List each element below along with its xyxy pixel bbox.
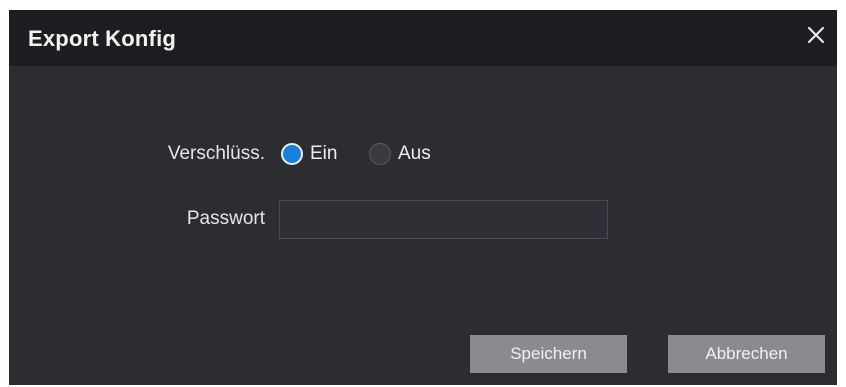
save-button[interactable]: Speichern xyxy=(470,335,627,373)
radio-aus-unchecked-icon[interactable] xyxy=(369,143,391,165)
close-button[interactable] xyxy=(801,20,831,50)
dialog-titlebar: Export Konfig xyxy=(9,10,837,66)
radio-option-ein[interactable]: Ein xyxy=(281,143,337,165)
cancel-button[interactable]: Abbrechen xyxy=(668,335,825,373)
password-input[interactable] xyxy=(279,200,608,239)
radio-ein-checked-icon[interactable] xyxy=(281,143,303,165)
encryption-label: Verschlüss. xyxy=(167,143,265,164)
radio-aus-label: Aus xyxy=(398,143,431,164)
close-icon xyxy=(807,26,825,44)
radio-option-aus[interactable]: Aus xyxy=(369,143,431,165)
password-label: Passwort xyxy=(186,208,265,229)
radio-ein-label: Ein xyxy=(310,143,338,164)
export-config-dialog: Export Konfig Verschlüss. Ein Aus Passwo… xyxy=(9,10,837,385)
dialog-title: Export Konfig xyxy=(28,26,177,51)
